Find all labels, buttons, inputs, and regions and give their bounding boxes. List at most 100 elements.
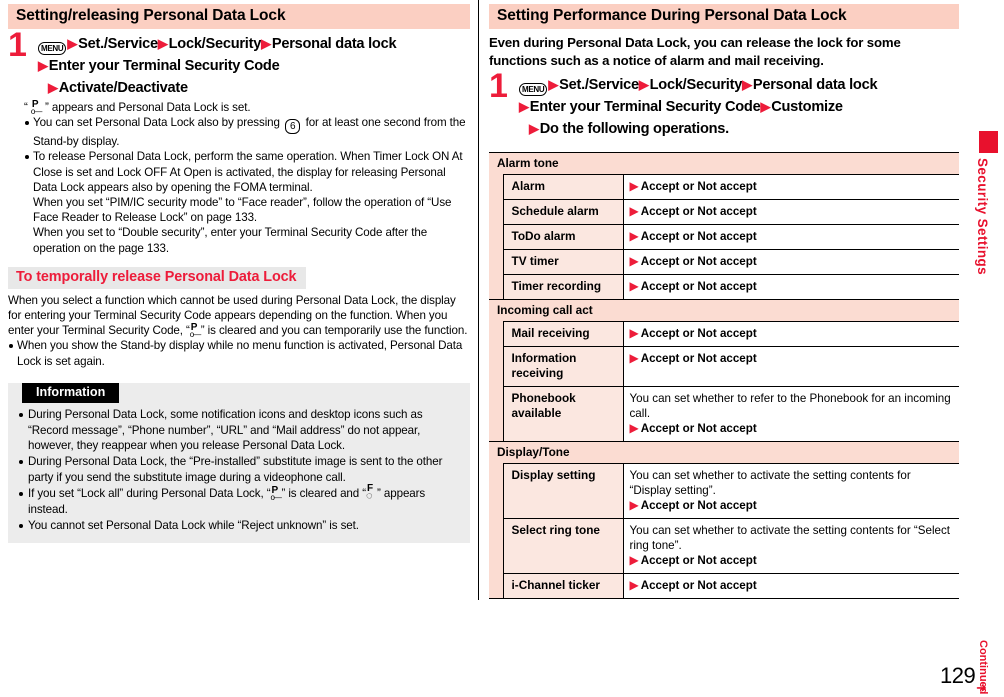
- list-item: You cannot set Personal Data Lock while …: [18, 518, 458, 533]
- subsection-heading: To temporally release Personal Data Lock: [8, 266, 307, 289]
- triangle-icon: ▶: [157, 36, 168, 51]
- row-value: ▶ Accept or Not accept: [622, 274, 959, 300]
- table-row: Alarm ▶ Accept or Not accept: [489, 174, 959, 200]
- continued-arrow-icon: ➜: [976, 680, 987, 695]
- column-divider: [478, 0, 479, 600]
- page-number: 129: [940, 663, 976, 688]
- row-indent: [489, 199, 503, 225]
- row-label: Display setting: [502, 463, 623, 519]
- subsection-text-b: ” is cleared and you can temporarily use…: [200, 324, 468, 338]
- step-block-left: 1 MENU ▶Set./Service▶Lock/Security▶Person…: [8, 26, 470, 99]
- quote-open: “: [24, 101, 28, 114]
- step-item-activate-deactivate: Activate/Deactivate: [58, 80, 188, 96]
- row-value: ▶ Accept or Not accept: [622, 321, 959, 347]
- left-bullet-list: You can set Personal Data Lock also by p…: [24, 115, 470, 256]
- step-line-2: ▶Enter your Terminal Security Code▶Custo…: [519, 96, 959, 118]
- row-value: ▶ Accept or Not accept: [622, 224, 959, 250]
- table-row: i-Channel ticker ▶ Accept or Not accept: [489, 573, 959, 599]
- manual-page: Setting/releasing Personal Data Lock 1 M…: [0, 0, 1004, 697]
- row-label: Mail receiving: [502, 321, 623, 347]
- step-item-set-service: Set./Service: [559, 77, 639, 93]
- triangle-icon: ▶: [629, 204, 639, 218]
- list-item: During Personal Data Lock, some notifica…: [18, 407, 458, 453]
- step-line-3: ▶Do the following operations.: [519, 118, 959, 140]
- bullet-2-extra-2: When you set to “Double security”, enter…: [33, 226, 428, 255]
- row-description: You can set whether to activate the sett…: [629, 469, 911, 497]
- step-item-personal-data-lock: Personal data lock: [752, 77, 878, 93]
- step-number: 1: [8, 26, 27, 64]
- row-value: ▶ Accept or Not accept: [622, 199, 959, 225]
- right-column: Setting Performance During Personal Data…: [489, 4, 959, 599]
- row-indent: [489, 224, 503, 250]
- bullet-2-extra-1: When you set “PIM/IC security mode” to “…: [33, 196, 452, 225]
- triangle-icon: ▶: [529, 121, 539, 136]
- step-line-1: MENU ▶Set./Service▶Lock/Security▶Personal…: [519, 74, 959, 96]
- row-indent: [489, 274, 503, 300]
- row-action: Accept or Not accept: [640, 205, 757, 218]
- row-label: TV timer: [502, 249, 623, 275]
- row-value: ▶ Accept or Not accept: [622, 174, 959, 200]
- row-description: You can set whether to refer to the Phon…: [629, 392, 951, 420]
- menu-key-icon: MENU: [38, 42, 67, 55]
- triangle-icon: ▶: [760, 99, 771, 114]
- menu-key-icon: MENU: [519, 83, 548, 96]
- triangle-icon: ▶: [629, 578, 639, 592]
- triangle-icon: ▶: [629, 421, 639, 435]
- table-row: Schedule alarm ▶ Accept or Not accept: [489, 199, 959, 225]
- row-value: ▶ Accept or Not accept: [622, 249, 959, 275]
- step-item-enter-code: Enter your Terminal Security Code: [48, 58, 280, 74]
- row-action: Accept or Not accept: [640, 422, 757, 435]
- triangle-icon: ▶: [548, 77, 559, 92]
- key-6-icon: 6: [285, 119, 301, 135]
- row-indent: [489, 463, 503, 519]
- subsection-paragraph: When you select a function which cannot …: [8, 293, 470, 339]
- subsection-bullet-list: When you show the Stand-by display while…: [8, 338, 470, 368]
- triangle-icon: ▶: [67, 36, 78, 51]
- step-number: 1: [489, 67, 508, 105]
- step-item-set-service: Set./Service: [78, 36, 158, 52]
- icon-note: “ Po— ” appears and Personal Data Lock i…: [24, 99, 470, 116]
- triangle-icon: ▶: [629, 179, 639, 193]
- row-value: You can set whether to refer to the Phon…: [622, 386, 959, 442]
- personal-data-lock-icon: Po—: [30, 99, 42, 116]
- row-value: You can set whether to activate the sett…: [622, 463, 959, 519]
- row-action: Accept or Not accept: [640, 554, 757, 567]
- row-label: Timer recording: [502, 274, 623, 300]
- row-action: Accept or Not accept: [640, 499, 757, 512]
- step-line-2: ▶Enter your Terminal Security Code: [38, 55, 470, 77]
- step-item-lock-security: Lock/Security: [649, 77, 743, 93]
- lock-all-key-icon: F ◌: [366, 483, 374, 503]
- step-item-lock-security: Lock/Security: [168, 36, 262, 52]
- row-indent: [489, 573, 503, 599]
- bullet-2-main: To release Personal Data Lock, perform t…: [33, 150, 463, 194]
- list-item: When you show the Stand-by display while…: [8, 338, 470, 368]
- row-indent: [489, 321, 503, 347]
- triangle-icon: ▶: [638, 77, 649, 92]
- triangle-icon: ▶: [48, 80, 58, 95]
- row-value: ▶ Accept or Not accept: [622, 573, 959, 599]
- row-action: Accept or Not accept: [640, 280, 757, 293]
- row-action: Accept or Not accept: [640, 579, 757, 592]
- list-item: If you set “Lock all” during Personal Da…: [18, 483, 458, 516]
- triangle-icon: ▶: [742, 77, 752, 92]
- row-indent: [489, 174, 503, 200]
- row-description: You can set whether to activate the sett…: [629, 524, 951, 552]
- row-label: Select ring tone: [502, 518, 623, 574]
- step-line-3: ▶Activate/Deactivate: [38, 77, 470, 99]
- icon-note-text: ” appears and Personal Data Lock is set.: [45, 101, 251, 114]
- row-action: Accept or Not accept: [640, 352, 757, 365]
- triangle-icon: ▶: [629, 279, 639, 293]
- group-label-display-tone: Display/Tone: [489, 441, 959, 464]
- right-intro-text: Even during Personal Data Lock, you can …: [489, 35, 901, 68]
- triangle-icon: ▶: [38, 58, 48, 73]
- step-body: MENU ▶Set./Service▶Lock/Security▶Personal…: [519, 74, 959, 140]
- lockall-text-b: ” is cleared and “: [281, 487, 367, 501]
- row-label: Information receiving: [502, 346, 623, 387]
- chapter-tab-marker: [979, 131, 998, 153]
- table-group-header: Incoming call act: [489, 299, 959, 322]
- row-label: Schedule alarm: [502, 199, 623, 225]
- triangle-icon: ▶: [629, 229, 639, 243]
- table-row: Phonebook available You can set whether …: [489, 386, 959, 442]
- table-row: Information receiving ▶ Accept or Not acc…: [489, 346, 959, 387]
- row-action: Accept or Not accept: [640, 327, 757, 340]
